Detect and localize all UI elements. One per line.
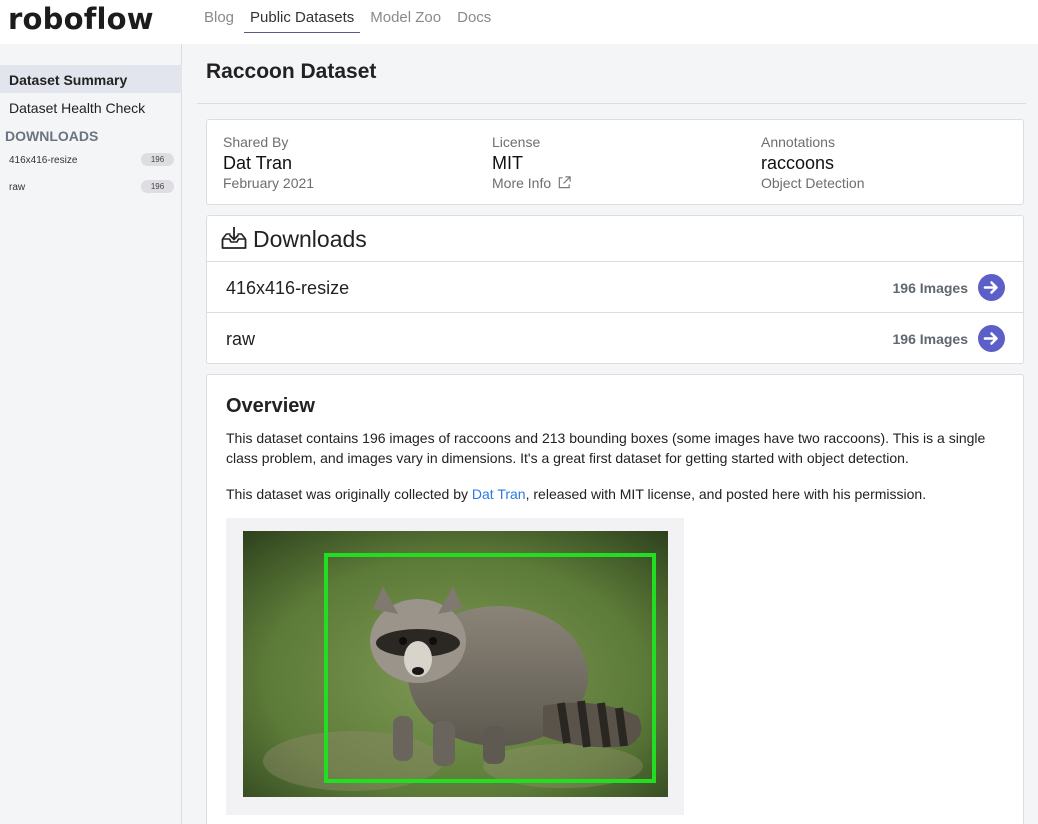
raccoon-example-image: [243, 531, 668, 797]
shared-by-label: Shared By: [223, 134, 289, 150]
download-version-name: raw: [226, 329, 256, 349]
sidebar-item-dataset-health-check[interactable]: Dataset Health Check: [0, 93, 182, 121]
annotation-type: Object Detection: [761, 175, 865, 191]
attribution-text: This dataset was originally collected by: [226, 486, 472, 502]
downloads-header: Downloads: [207, 216, 1023, 262]
example-image-frame: [226, 518, 684, 815]
downloads-card: Downloads 416x416-resize 196 Images raw …: [206, 215, 1024, 364]
overview-title: Overview: [226, 395, 315, 417]
sidebar: Dataset Summary Dataset Health Check DOW…: [0, 44, 182, 824]
download-image-count: 196 Images: [892, 331, 969, 347]
sidebar-download-name: 416x416-resize: [9, 155, 78, 166]
download-row-416x416-resize[interactable]: 416x416-resize 196 Images: [207, 262, 1023, 313]
external-link-icon: [558, 176, 571, 189]
nav-blog[interactable]: Blog: [198, 0, 240, 33]
count-badge: 196: [141, 180, 174, 193]
sidebar-download-416x416-resize[interactable]: 416x416-resize 196: [0, 152, 182, 172]
roboflow-logo[interactable]: roboflow: [8, 2, 154, 36]
overview-attribution: This dataset was originally collected by…: [226, 484, 1006, 504]
shared-date: February 2021: [223, 175, 315, 191]
dataset-info-card: Shared By Dat Tran February 2021 License…: [206, 119, 1024, 205]
nav-docs[interactable]: Docs: [451, 0, 497, 33]
title-divider: [197, 103, 1026, 104]
arrow-right-circle-icon[interactable]: [978, 325, 1005, 352]
nav-public-datasets[interactable]: Public Datasets: [244, 0, 361, 33]
top-bar: roboflow Blog Public Datasets Model Zoo …: [0, 0, 1038, 44]
downloads-title: Downloads: [253, 226, 367, 252]
annotations-label: Annotations: [761, 134, 835, 150]
count-badge: 196: [141, 153, 174, 166]
more-info-link[interactable]: More Info: [492, 175, 572, 191]
attribution-text-end: , released with MIT license, and posted …: [525, 486, 927, 502]
annotations-value: raccoons: [761, 153, 835, 173]
download-icon: [221, 227, 247, 249]
page-title: Raccoon Dataset: [206, 60, 377, 83]
sidebar-download-name: raw: [9, 182, 26, 193]
sidebar-download-raw[interactable]: raw 196: [0, 179, 182, 199]
download-image-count: 196 Images: [892, 280, 969, 296]
arrow-right-circle-icon[interactable]: [978, 274, 1005, 301]
download-version-name: 416x416-resize: [226, 278, 350, 298]
sidebar-downloads-heading: DOWNLOADS: [5, 128, 99, 144]
dat-tran-link[interactable]: Dat Tran: [472, 486, 526, 502]
license-value: MIT: [492, 153, 523, 173]
overview-card: Overview This dataset contains 196 image…: [206, 374, 1024, 824]
license-label: License: [492, 134, 541, 150]
overview-description: This dataset contains 196 images of racc…: [226, 430, 986, 466]
more-info-label: More Info: [492, 175, 552, 191]
top-nav: Blog Public Datasets Model Zoo Docs: [198, 0, 501, 33]
nav-model-zoo[interactable]: Model Zoo: [364, 0, 447, 33]
sidebar-item-dataset-summary[interactable]: Dataset Summary: [0, 65, 182, 93]
shared-by-value: Dat Tran: [223, 153, 293, 173]
download-row-raw[interactable]: raw 196 Images: [207, 313, 1023, 364]
